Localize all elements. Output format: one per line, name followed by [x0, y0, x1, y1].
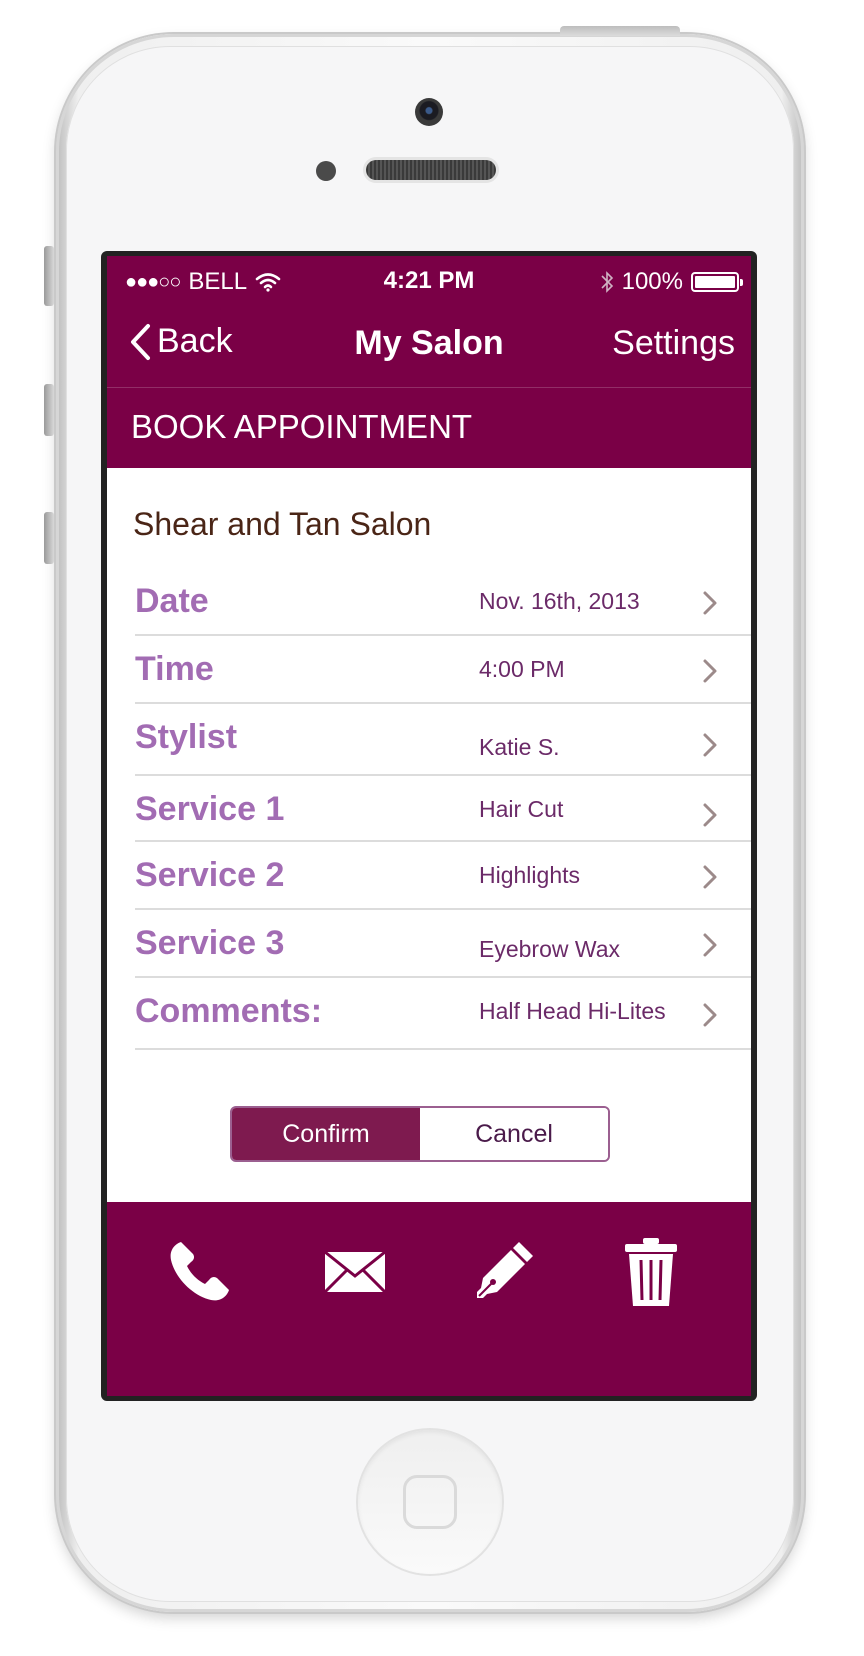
row-service-2[interactable]: Service 2 Highlights: [107, 842, 751, 910]
row-comments[interactable]: Comments: Half Head Hi-Lites: [107, 978, 751, 1050]
row-label: Service 1: [135, 790, 285, 828]
appointment-details-list: Date Nov. 16th, 2013 Time 4:00 PM Stylis…: [107, 568, 751, 1050]
row-service-1[interactable]: Service 1 Hair Cut: [107, 776, 751, 842]
chevron-right-icon: [703, 933, 717, 957]
section-header: BOOK APPOINTMENT: [131, 408, 473, 445]
mute-switch: [44, 246, 54, 306]
row-label: Service 2: [135, 856, 285, 894]
status-right-group: 100%: [600, 268, 743, 296]
row-value: Eyebrow Wax: [479, 936, 621, 962]
cancel-button[interactable]: Cancel: [420, 1108, 608, 1160]
bluetooth-icon: [601, 271, 613, 293]
chevron-right-icon: [703, 659, 717, 683]
chevron-right-icon: [703, 865, 717, 889]
battery-percent: 100%: [621, 268, 683, 295]
row-date[interactable]: Date Nov. 16th, 2013: [107, 568, 751, 636]
phone-icon[interactable]: [163, 1236, 235, 1308]
salon-name: Shear and Tan Salon: [133, 506, 432, 542]
proximity-sensor: [316, 161, 336, 181]
settings-button[interactable]: Settings: [612, 324, 735, 363]
row-label: Comments:: [135, 992, 323, 1030]
volume-up-button: [44, 384, 54, 436]
chevron-left-icon: [131, 323, 150, 360]
back-label: Back: [157, 322, 233, 360]
home-square-icon: [403, 1475, 457, 1529]
confirm-cancel-control: Confirm Cancel: [230, 1106, 610, 1162]
row-service-3[interactable]: Service 3 Eyebrow Wax: [107, 910, 751, 978]
status-bar: ●●●○○ BELL 4:21 PM 100%: [107, 256, 751, 302]
home-button[interactable]: [358, 1430, 502, 1574]
chevron-right-icon: [703, 1003, 717, 1027]
row-value: 4:00 PM: [479, 656, 565, 682]
camera-icon: [415, 98, 443, 126]
header: ●●●○○ BELL 4:21 PM 100% Back My Salon Se…: [107, 256, 751, 468]
volume-down-button: [44, 512, 54, 564]
row-label: Service 3: [135, 924, 285, 962]
row-value: Katie S.: [479, 734, 560, 760]
trash-icon[interactable]: [615, 1236, 687, 1308]
battery-tip: [740, 279, 743, 286]
chevron-right-icon: [703, 591, 717, 615]
row-stylist[interactable]: Stylist Katie S.: [107, 704, 751, 776]
row-time[interactable]: Time 4:00 PM: [107, 636, 751, 704]
back-button[interactable]: Back: [129, 322, 233, 361]
row-label: Stylist: [135, 718, 238, 756]
battery-fill: [695, 276, 735, 288]
earpiece-speaker: [366, 160, 496, 180]
row-label: Time: [135, 650, 214, 688]
battery-icon: [691, 272, 743, 292]
mail-icon[interactable]: [319, 1236, 391, 1308]
chevron-right-icon: [703, 733, 717, 757]
pen-icon[interactable]: [467, 1236, 539, 1308]
row-label: Date: [135, 582, 209, 620]
navigation-bar: Back My Salon Settings: [107, 302, 751, 388]
app-screen: ●●●○○ BELL 4:21 PM 100% Back My Salon Se…: [107, 256, 751, 1396]
row-value: Half Head Hi-Lites: [479, 998, 666, 1024]
row-value: Nov. 16th, 2013: [479, 588, 640, 614]
chevron-right-icon: [703, 803, 717, 827]
row-value: Highlights: [479, 862, 580, 888]
power-button: [560, 26, 680, 36]
row-value: Hair Cut: [479, 796, 564, 822]
tab-bar: [107, 1202, 751, 1396]
confirm-button[interactable]: Confirm: [232, 1108, 420, 1160]
